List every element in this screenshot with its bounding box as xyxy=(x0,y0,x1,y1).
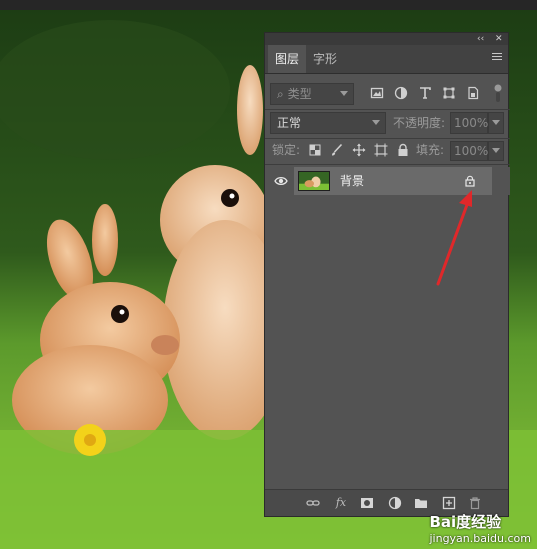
opacity-input[interactable]: 100% xyxy=(450,112,488,134)
layer-name[interactable]: 背景 xyxy=(340,167,364,195)
type-filter-icon[interactable] xyxy=(418,86,432,100)
filter-kind-label: 类型 xyxy=(287,87,312,101)
blend-mode-select[interactable]: 正常 xyxy=(270,112,386,134)
panel-tabs: 图层 字形 xyxy=(265,45,508,74)
link-layers-icon[interactable] xyxy=(306,496,320,510)
filter-toggle-icon[interactable] xyxy=(493,82,503,104)
top-edge-bar xyxy=(0,0,537,10)
blend-mode-value: 正常 xyxy=(277,116,302,130)
fill-input[interactable]: 100% xyxy=(450,141,488,161)
lock-image-pixels-icon[interactable] xyxy=(330,143,344,157)
lock-icon[interactable] xyxy=(464,175,476,187)
panel-header: ‹‹ ✕ xyxy=(265,33,508,45)
pixel-filter-icon[interactable] xyxy=(370,86,384,100)
fill-dropdown-button[interactable] xyxy=(488,141,504,161)
visibility-eye-icon[interactable] xyxy=(274,175,288,187)
baidu-jingyan-watermark: Bai度经验 jingyan.baidu.com xyxy=(429,511,531,545)
fx-icon[interactable]: fx xyxy=(334,496,348,510)
lock-position-icon[interactable] xyxy=(352,143,366,157)
watermark-brand: Bai度经验 xyxy=(429,513,502,531)
lock-all-icon[interactable] xyxy=(396,143,410,157)
new-group-icon[interactable] xyxy=(414,496,428,510)
search-icon: ⌕ xyxy=(277,87,284,101)
lock-label: 锁定: xyxy=(272,143,301,157)
tab-glyphs[interactable]: 字形 xyxy=(306,45,344,73)
opacity-label: 不透明度: xyxy=(393,116,446,130)
tab-layers[interactable]: 图层 xyxy=(268,45,307,73)
delete-layer-icon[interactable] xyxy=(468,496,482,510)
adjustment-filter-icon[interactable] xyxy=(394,86,408,100)
collapse-icon[interactable]: ‹‹ xyxy=(477,33,484,45)
lock-artboard-icon[interactable] xyxy=(374,143,388,157)
layer-thumbnail[interactable] xyxy=(298,171,330,191)
watermark-url: jingyan.baidu.com xyxy=(429,532,531,545)
layers-panel: ‹‹ ✕ 图层 字形 ⌕ 类型 正常 不透明度: 100% 锁定: 填充: 10… xyxy=(264,32,510,517)
shape-filter-icon[interactable] xyxy=(442,86,456,100)
close-icon[interactable]: ✕ xyxy=(495,33,503,45)
opacity-dropdown-button[interactable] xyxy=(488,112,504,134)
panel-menu-icon[interactable] xyxy=(492,53,502,63)
fill-label: 填充: xyxy=(416,143,445,157)
layer-row[interactable]: 背景 xyxy=(265,167,510,195)
adjustment-layer-icon[interactable] xyxy=(388,496,402,510)
smart-object-filter-icon[interactable] xyxy=(466,86,480,100)
new-layer-icon[interactable] xyxy=(442,496,456,510)
layer-filter-select[interactable]: ⌕ 类型 xyxy=(270,83,354,105)
lock-transparent-pixels-icon[interactable] xyxy=(308,143,322,157)
add-mask-icon[interactable] xyxy=(360,496,374,510)
